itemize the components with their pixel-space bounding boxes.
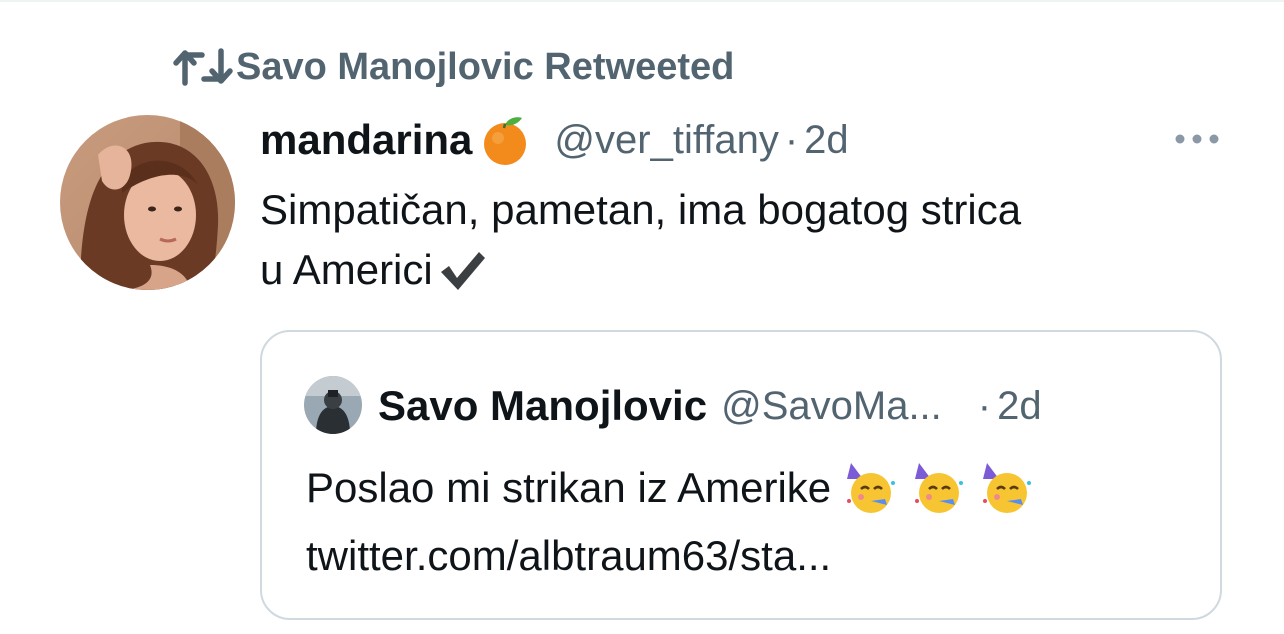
quoted-tweet-header: Savo Manojlovic @SavoMa... · 2d <box>378 376 1042 436</box>
retweet-context[interactable]: Savo Manojlovic Retweeted <box>172 42 734 92</box>
partying-face-emoji <box>977 459 1035 517</box>
author-avatar[interactable] <box>60 115 235 290</box>
more-horizontal-icon <box>1175 134 1219 144</box>
author-handle[interactable]: @ver_tiffany <box>554 118 778 163</box>
quoted-time-value: 2d <box>997 383 1042 428</box>
quoted-author-name[interactable]: Savo Manojlovic <box>378 382 707 430</box>
check-mark-emoji <box>437 248 487 292</box>
partying-face-emoji <box>909 459 967 517</box>
tweet-timestamp[interactable]: 2d <box>804 118 849 163</box>
more-options-button[interactable] <box>1172 122 1222 156</box>
tweet-text-line-1: Simpatičan, pametan, ima bogatog strica <box>260 186 1022 233</box>
quoted-tweet-card[interactable]: Savo Manojlovic @SavoMa... · 2d Poslao mi… <box>260 330 1222 620</box>
retweet-label[interactable]: Savo Manojlovic Retweeted <box>236 46 734 89</box>
quoted-tweet-body: Poslao mi strikan iz Amerike twitter.com… <box>306 454 1196 590</box>
partying-face-emoji <box>841 459 899 517</box>
author-name[interactable]: mandarina <box>260 116 472 164</box>
separator-dot: · <box>784 117 799 162</box>
tangerine-emoji <box>478 113 532 167</box>
top-divider <box>0 0 1284 2</box>
quoted-text-line-1: Poslao mi strikan iz Amerike <box>306 464 832 511</box>
tweet-body: Simpatičan, pametan, ima bogatog strica … <box>260 180 1220 300</box>
tweet-text-line-2: u Americi <box>260 246 433 293</box>
retweet-icon <box>172 42 236 92</box>
quoted-author-avatar[interactable] <box>304 376 362 434</box>
quoted-tweet-timestamp[interactable]: · 2d <box>978 384 1042 429</box>
quoted-author-handle[interactable]: @SavoMa... <box>721 384 942 429</box>
tweet-header: mandarina @ver_tiffany · 2d <box>260 110 849 170</box>
quoted-link[interactable]: twitter.com/albtraum63/sta... <box>306 522 1196 590</box>
separator-dot: · <box>977 383 992 428</box>
